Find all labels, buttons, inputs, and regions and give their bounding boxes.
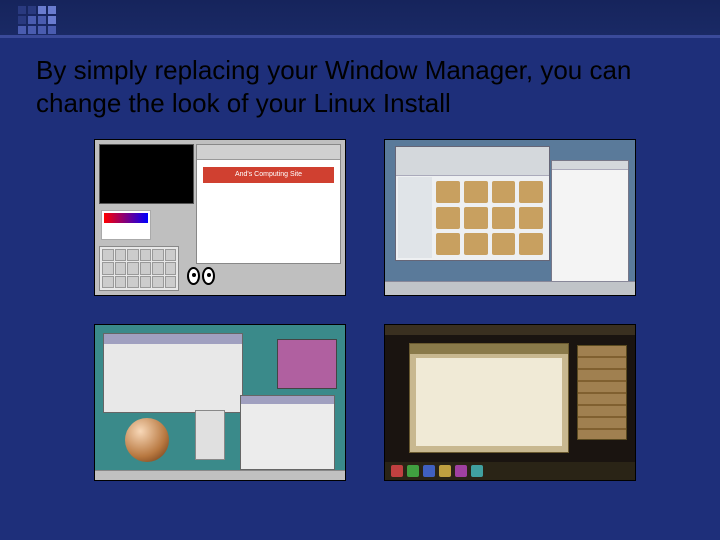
- app-window-2: [240, 395, 335, 470]
- app-window: [409, 343, 569, 453]
- taskbar: [95, 470, 345, 480]
- dock: [385, 462, 635, 480]
- linux-logo: [101, 210, 151, 240]
- side-panel: [577, 345, 627, 440]
- wm-screenshot-1: And's Computing Site: [95, 140, 345, 295]
- screenshot-grid: And's Computing Site: [95, 140, 635, 480]
- wm-screenshot-3: [95, 325, 345, 480]
- taskbar: [385, 281, 635, 295]
- app-window-large: [103, 333, 243, 413]
- wm-screenshot-4: [385, 325, 635, 480]
- tool-palette: [195, 410, 225, 460]
- terminal-window: [99, 144, 194, 204]
- menubar: [385, 325, 635, 335]
- slide-title: By simply replacing your Window Manager,…: [36, 54, 680, 119]
- browser-window: And's Computing Site: [196, 144, 341, 264]
- rendered-sphere: [125, 418, 169, 462]
- file-manager-window: [395, 146, 550, 261]
- xeyes-icon: [187, 267, 215, 285]
- toolbox-panel: [99, 246, 179, 291]
- properties-window: [551, 160, 629, 290]
- site-banner: And's Computing Site: [203, 167, 334, 183]
- header-decoration: [18, 6, 56, 34]
- app-window-small: [277, 339, 337, 389]
- slide-header-bar: [0, 0, 720, 38]
- wm-screenshot-2: [385, 140, 635, 295]
